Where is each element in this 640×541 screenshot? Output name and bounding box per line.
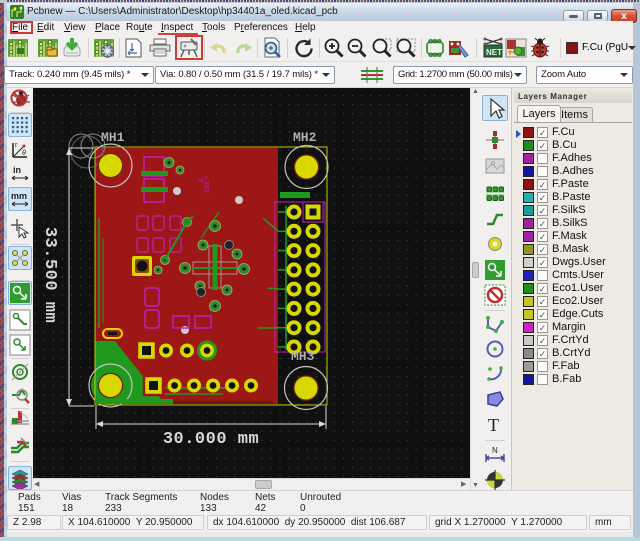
svg-text:MH2: MH2 bbox=[293, 130, 317, 145]
svg-text:N: N bbox=[492, 446, 498, 455]
svg-text:in: in bbox=[13, 165, 21, 175]
svg-text:T: T bbox=[488, 415, 499, 435]
svg-text:NET: NET bbox=[486, 48, 502, 57]
svg-text:r: r bbox=[15, 142, 18, 149]
svg-text:θ: θ bbox=[22, 150, 26, 157]
svg-text:30.000 mm: 30.000 mm bbox=[163, 430, 259, 449]
svg-text:33.500 mm: 33.500 mm bbox=[40, 227, 59, 323]
svg-text:2: 2 bbox=[195, 178, 203, 182]
svg-text:MH3: MH3 bbox=[291, 349, 315, 364]
svg-text:mm: mm bbox=[11, 191, 27, 201]
svg-text:MH1: MH1 bbox=[101, 130, 125, 145]
